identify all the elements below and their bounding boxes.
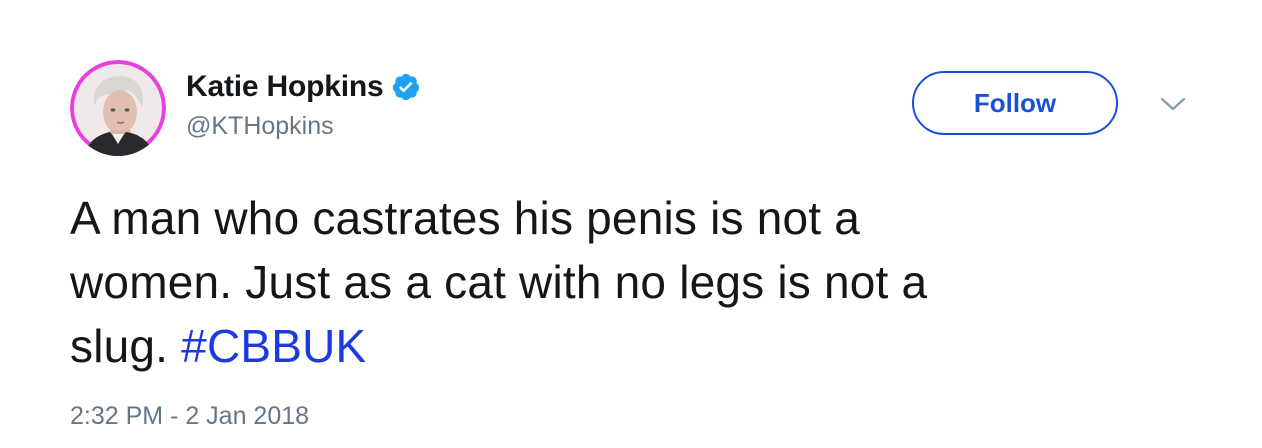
- chevron-down-icon[interactable]: [1158, 94, 1188, 114]
- author-handle[interactable]: @KTHopkins: [186, 112, 334, 141]
- avatar-image: [70, 60, 166, 156]
- avatar[interactable]: [70, 60, 166, 156]
- tweet-card: Katie Hopkins @KTHopkins Follow A man wh…: [0, 0, 1262, 448]
- tweet-text: A man who castrates his penis is not a w…: [70, 186, 1190, 378]
- tweet-text-segment: slug.: [70, 320, 182, 372]
- hashtag-link[interactable]: #CBBUK: [181, 320, 366, 372]
- tweet-text-line: A man who castrates his penis is not a: [70, 192, 861, 244]
- follow-button[interactable]: Follow: [912, 71, 1118, 135]
- tweet-text-line: slug. #CBBUK: [70, 314, 1190, 378]
- verified-badge-icon: [391, 72, 421, 102]
- author-name-row: Katie Hopkins: [186, 66, 421, 108]
- tweet-text-line: women. Just as a cat with no legs is not…: [70, 256, 928, 308]
- author-display-name[interactable]: Katie Hopkins: [186, 70, 384, 104]
- tweet-timestamp[interactable]: 2:32 PM - 2 Jan 2018: [70, 402, 309, 431]
